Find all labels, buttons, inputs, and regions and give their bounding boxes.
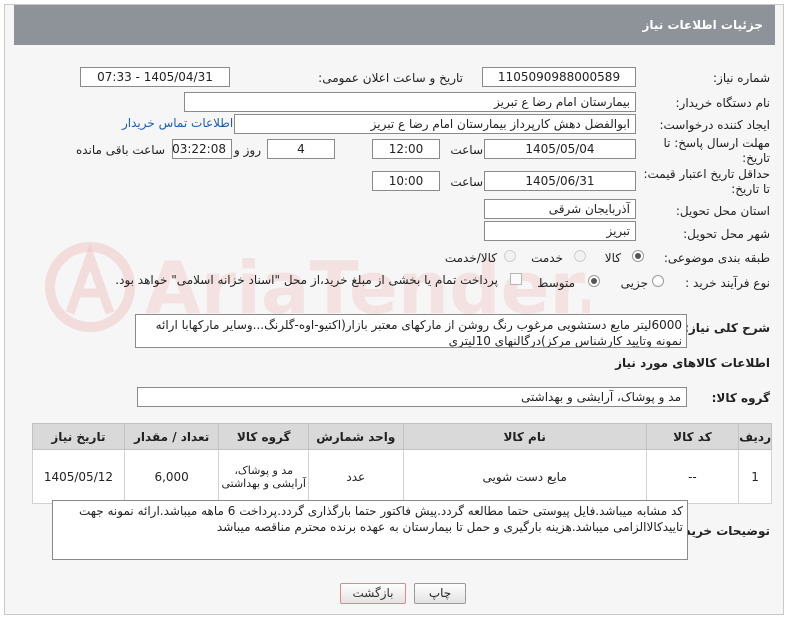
buyer-org-label: نام دستگاه خریدار: bbox=[675, 96, 771, 110]
cell-code: -- bbox=[645, 449, 740, 504]
creator-label: ایجاد کننده درخواست: bbox=[659, 118, 770, 132]
cell-row-number: 1 bbox=[738, 449, 772, 504]
creator-field[interactable]: ابوالفضل دهش کارپرداز بیمارستان امام رضا… bbox=[234, 114, 636, 134]
remaining-days-field[interactable]: 4 bbox=[267, 139, 335, 159]
deadline-time-label: ساعت bbox=[450, 143, 483, 157]
description-label: شرح کلی نیاز: bbox=[684, 321, 770, 335]
buyer-contact-link[interactable]: اطلاعات تماس خریدار bbox=[122, 116, 233, 130]
back-button[interactable]: بازگشت bbox=[340, 583, 406, 604]
col-header-unit: واحد شمارش bbox=[307, 423, 404, 450]
city-label: شهر محل تحویل: bbox=[683, 227, 770, 241]
announce-datetime-label: تاریخ و ساعت اعلان عمومی: bbox=[318, 71, 463, 85]
page-header: جزئیات اطلاعات نیاز bbox=[14, 5, 775, 45]
cell-qty: 6,000 bbox=[123, 449, 220, 504]
deadline-time-field[interactable]: 12:00 bbox=[372, 139, 440, 159]
category-option-service: خدمت bbox=[531, 251, 563, 265]
col-header-name: نام کالا bbox=[402, 423, 647, 450]
goods-group-field[interactable]: مد و پوشاک، آرایشی و بهداشتی bbox=[137, 387, 687, 407]
treasury-payment-note: پرداخت تمام یا بخشی از مبلغ خرید،از محل … bbox=[115, 273, 498, 287]
cell-unit: عدد bbox=[307, 449, 404, 504]
col-header-qty: تعداد / مقدار bbox=[123, 423, 220, 450]
announce-datetime-field[interactable]: 1405/04/31 - 07:33 bbox=[80, 67, 230, 87]
table-row[interactable]: 1 -- مایع دست شویی عدد مد و پوشاک، آرایش… bbox=[32, 449, 772, 504]
province-label: استان محل تحویل: bbox=[675, 204, 770, 218]
cell-date: 1405/05/12 bbox=[32, 449, 125, 504]
remaining-time-field[interactable]: 03:22:08 bbox=[172, 139, 232, 159]
price-validity-label: حداقل تاریخ اعتبار قیمت: bbox=[643, 167, 770, 181]
buyer-org-field[interactable]: بیمارستان امام رضا ع تبریز bbox=[184, 92, 636, 112]
price-validity-date-field[interactable]: 1405/06/31 bbox=[484, 171, 636, 191]
city-field[interactable]: تبریز bbox=[484, 221, 636, 241]
treasury-payment-checkbox[interactable] bbox=[510, 273, 522, 285]
category-radio-service[interactable] bbox=[574, 250, 586, 262]
cell-group: مد و پوشاک، آرایشی و بهداشتی bbox=[218, 449, 309, 504]
col-header-code: کد کالا bbox=[645, 423, 740, 450]
need-number-label: شماره نیاز: bbox=[713, 71, 770, 85]
category-label: طبقه بندی موضوعی: bbox=[663, 251, 770, 265]
col-header-row: ردیف bbox=[738, 423, 772, 450]
category-radio-goods[interactable] bbox=[632, 250, 644, 262]
col-header-date: تاریخ نیاز bbox=[32, 423, 125, 450]
buyer-notes-textarea[interactable]: کد مشابه میباشد.فایل پیوستی حتما مطالعه … bbox=[52, 500, 688, 560]
goods-info-title: اطلاعات کالاهای مورد نیاز bbox=[615, 356, 770, 370]
col-header-group: گروه کالا bbox=[218, 423, 309, 450]
price-validity-label-date: تا تاریخ: bbox=[731, 182, 770, 196]
process-radio-minor[interactable] bbox=[652, 275, 664, 287]
days-label: روز و bbox=[234, 143, 261, 157]
deadline-label: مهلت ارسال پاسخ: تا bbox=[663, 136, 770, 150]
goods-group-label: گروه کالا: bbox=[711, 391, 770, 405]
category-radio-goods-service[interactable] bbox=[504, 250, 516, 262]
goods-table-header-row: ردیف کد کالا نام کالا واحد شمارش گروه کا… bbox=[32, 423, 772, 450]
deadline-date-field[interactable]: 1405/05/04 bbox=[484, 139, 636, 159]
need-number-field[interactable]: 1105090988000589 bbox=[482, 67, 636, 87]
purchase-process-label: نوع فرآیند خرید : bbox=[685, 276, 770, 290]
process-radio-medium[interactable] bbox=[588, 275, 600, 287]
price-validity-time-field[interactable]: 10:00 bbox=[372, 171, 440, 191]
remaining-label: ساعت باقی مانده bbox=[75, 143, 165, 157]
price-validity-time-label: ساعت bbox=[450, 175, 483, 189]
province-field[interactable]: آذربایجان شرقی bbox=[484, 199, 636, 219]
category-option-goods: کالا bbox=[604, 251, 621, 265]
process-option-minor: جزیی bbox=[620, 276, 648, 290]
category-option-goods-service: کالا/خدمت bbox=[444, 251, 497, 265]
deadline-label-date: تاریخ: bbox=[742, 151, 770, 165]
goods-table: ردیف کد کالا نام کالا واحد شمارش گروه کا… bbox=[32, 423, 772, 504]
page-title: جزئیات اطلاعات نیاز bbox=[642, 18, 763, 32]
process-option-medium: متوسط bbox=[537, 276, 575, 290]
description-textarea[interactable]: 6000لیتر مایع دستشویی مرغوب رنگ روشن از … bbox=[135, 314, 687, 348]
cell-name: مایع دست شویی bbox=[402, 449, 647, 504]
print-button[interactable]: چاپ bbox=[414, 583, 466, 604]
